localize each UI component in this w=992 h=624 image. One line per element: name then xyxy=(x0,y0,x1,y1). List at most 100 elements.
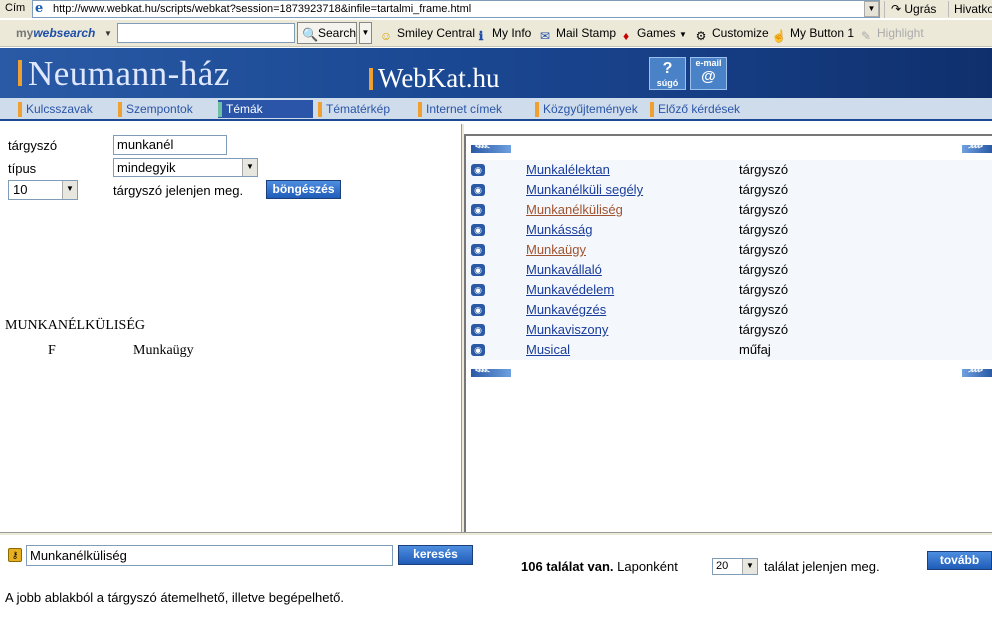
links-button[interactable]: Hivatkoz xyxy=(948,1,992,17)
term-kind: tárgyszó xyxy=(739,282,789,297)
list-item: ◉ Munkásság tárgyszó xyxy=(466,220,992,240)
email-button[interactable]: e-mail @ xyxy=(690,57,727,90)
help-button[interactable]: ? súgó xyxy=(649,57,686,90)
select-term-icon[interactable]: ◉ xyxy=(471,204,485,216)
query-input[interactable]: Munkanélküliség xyxy=(26,545,393,566)
highlight-icon: ✎ xyxy=(860,29,872,43)
select-term-icon[interactable]: ◉ xyxy=(471,224,485,236)
left-frame: tárgyszó munkanél típus mindegyik ▼ 10 ▼… xyxy=(0,124,461,532)
url-text: http://www.webkat.hu/scripts/webkat?sess… xyxy=(53,3,472,15)
tab-marker xyxy=(535,102,539,117)
list-item: ◉ Munkavállaló tárgyszó xyxy=(466,260,992,280)
toolbar-search-button[interactable]: 🔍 Search xyxy=(297,22,357,44)
term-kind: műfaj xyxy=(739,342,771,357)
tab-label: Internet címek xyxy=(426,102,503,116)
service-title: WebKat.hu xyxy=(378,63,500,93)
horizontal-frame-splitter[interactable] xyxy=(0,532,992,536)
smiley-icon: ☺ xyxy=(379,29,393,43)
term-link[interactable]: Munkavédelem xyxy=(526,282,614,297)
term-kind: tárgyszó xyxy=(739,262,789,277)
toolbar-search-input[interactable] xyxy=(117,23,295,43)
tab-temak[interactable]: Témák xyxy=(218,100,313,118)
tab-internet-cimek[interactable]: Internet címek xyxy=(418,100,530,118)
tab-szempontok[interactable]: Szempontok xyxy=(118,100,214,118)
previous-page-arrows-icon[interactable] xyxy=(471,365,511,377)
next-page-arrows-icon[interactable] xyxy=(962,141,992,153)
relation-type: F xyxy=(48,343,56,358)
brand-dropdown-icon[interactable]: ▼ xyxy=(104,29,112,38)
select-term-icon[interactable]: ◉ xyxy=(471,164,485,176)
my-button-1-label: My Button 1 xyxy=(790,26,855,40)
bottom-frame: ⚷ Munkanélküliség keresés 106 találat va… xyxy=(0,537,992,624)
term-link[interactable]: Munkavállaló xyxy=(526,262,602,277)
tab-marker xyxy=(318,102,322,117)
term-link[interactable]: Munkásság xyxy=(526,222,592,237)
key-icon: ⚷ xyxy=(8,548,22,562)
brand-prefix: my xyxy=(16,26,34,40)
hand-icon: ☝ xyxy=(771,29,787,43)
term-link[interactable]: Munkanélküliség xyxy=(526,202,623,217)
term-link[interactable]: Munkanélküli segély xyxy=(526,182,643,197)
select-term-icon[interactable]: ◉ xyxy=(471,184,485,196)
tipus-select[interactable]: mindegyik ▼ xyxy=(113,158,258,177)
my-button-1[interactable]: ☝ My Button 1 xyxy=(771,24,855,44)
relation-term[interactable]: Munkaügy xyxy=(133,343,194,359)
at-sign-icon: @ xyxy=(701,68,716,85)
select-term-icon[interactable]: ◉ xyxy=(471,284,485,296)
term-link[interactable]: Munkaviszony xyxy=(526,322,608,337)
search-button[interactable]: keresés xyxy=(398,545,473,565)
main-nav: Kulcsszavak Szempontok Témák Tématérkép … xyxy=(0,98,992,121)
search-dropdown-icon[interactable]: ▼ xyxy=(359,22,372,44)
chevron-down-icon: ▼ xyxy=(742,559,757,574)
mail-stamp-label: Mail Stamp xyxy=(556,26,617,40)
games-dropdown-icon: ▼ xyxy=(679,30,687,39)
tab-marker xyxy=(650,102,654,117)
my-info-button[interactable]: ℹ My Info xyxy=(473,24,532,44)
tab-label: Témák xyxy=(226,102,263,116)
tab-tematerkep[interactable]: Tématérkép xyxy=(318,100,414,118)
games-icon: ♦ xyxy=(622,29,630,43)
games-button[interactable]: ♦ Games ▼ xyxy=(618,24,687,44)
next-button[interactable]: tovább xyxy=(927,551,992,570)
url-input[interactable]: http://www.webkat.hu/scripts/webkat?sess… xyxy=(32,0,880,18)
url-dropdown-arrow[interactable]: ▼ xyxy=(864,1,879,17)
term-kind: tárgyszó xyxy=(739,182,789,197)
targyszo-input[interactable]: munkanél xyxy=(113,135,227,155)
mywebsearch-logo[interactable]: mywebsearch xyxy=(16,26,95,40)
per-page-suffix: találat jelenjen meg. xyxy=(764,559,880,574)
select-term-icon[interactable]: ◉ xyxy=(471,324,485,336)
per-page-select[interactable]: 20 ▼ xyxy=(712,558,758,575)
select-term-icon[interactable]: ◉ xyxy=(471,344,485,356)
tab-marker xyxy=(218,102,222,117)
targyszo-label: tárgyszó xyxy=(8,138,58,153)
mail-stamp-button[interactable]: ✉ Mail Stamp xyxy=(537,24,616,44)
tab-elozo-kerdesek[interactable]: Előző kérdések xyxy=(650,100,760,118)
chevron-down-icon: ▼ xyxy=(62,181,77,199)
term-kind: tárgyszó xyxy=(739,162,789,177)
browse-button[interactable]: böngészés xyxy=(266,180,341,199)
term-kind: tárgyszó xyxy=(739,222,789,237)
select-term-icon[interactable]: ◉ xyxy=(471,244,485,256)
count-select[interactable]: 10 ▼ xyxy=(8,180,78,200)
term-link[interactable]: Munkaügy xyxy=(526,242,586,257)
select-term-icon[interactable]: ◉ xyxy=(471,304,485,316)
term-link[interactable]: Munkalélektan xyxy=(526,162,610,177)
go-button[interactable]: ↷ Ugrás xyxy=(884,1,944,18)
list-item: ◉ Munkaügy tárgyszó xyxy=(466,240,992,260)
tab-marker xyxy=(118,102,122,117)
tab-kozgyujtemenyek[interactable]: Közgyűjtemények xyxy=(535,100,647,118)
list-item: ◉ Munkanélküliség tárgyszó xyxy=(466,200,992,220)
hits-count-text: 106 találat van. Laponként xyxy=(521,559,678,574)
select-term-icon[interactable]: ◉ xyxy=(471,264,485,276)
tab-label: Előző kérdések xyxy=(658,102,741,116)
term-link[interactable]: Musical xyxy=(526,342,570,357)
smiley-central-button[interactable]: ☺ Smiley Central xyxy=(378,24,475,44)
next-page-arrows-icon[interactable] xyxy=(962,365,992,377)
previous-page-arrows-icon[interactable] xyxy=(471,141,511,153)
term-link[interactable]: Munkavégzés xyxy=(526,302,606,317)
tab-kulcsszavak[interactable]: Kulcsszavak xyxy=(18,100,114,118)
mywebsearch-toolbar: mywebsearch ▼ 🔍 Search ▼ ☺ Smiley Central… xyxy=(0,20,992,47)
highlight-button[interactable]: ✎ Highlight xyxy=(858,24,924,44)
gear-icon: ⚙ xyxy=(695,29,707,43)
customize-button[interactable]: ⚙ Customize xyxy=(693,24,769,44)
